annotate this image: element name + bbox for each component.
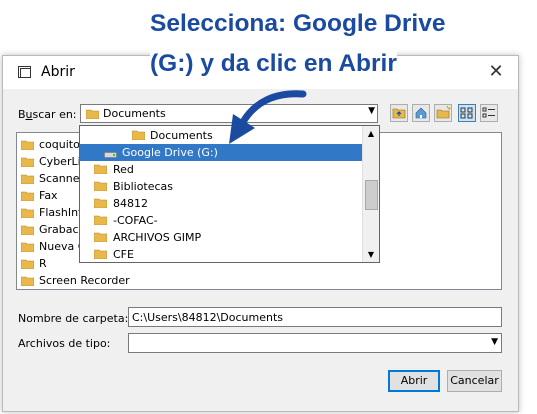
- folder-name-field[interactable]: C:\Users\84812\Documents: [128, 307, 502, 327]
- scroll-thumb[interactable]: [365, 180, 378, 210]
- new-folder-button[interactable]: [434, 104, 452, 122]
- folder-icon: [21, 259, 34, 269]
- folder-icon: [21, 276, 34, 286]
- folder-icon: [21, 225, 34, 235]
- lookin-value: Documents: [103, 107, 166, 120]
- home-icon: [415, 107, 427, 119]
- dropdown-item-bibliotecas[interactable]: Bibliotecas: [80, 178, 362, 195]
- scroll-up-arrow-icon[interactable]: ▲: [363, 126, 379, 141]
- up-one-level-button[interactable]: [390, 104, 408, 122]
- close-button[interactable]: ✕: [486, 62, 506, 82]
- folder-icon: [21, 242, 34, 252]
- folder-icon: [21, 191, 34, 201]
- up-folder-icon: [392, 108, 406, 119]
- annotation-arrow: [229, 90, 307, 144]
- cancel-button[interactable]: Cancelar: [447, 370, 502, 392]
- dialog-window-icon: [18, 66, 31, 78]
- folder-icon: [94, 164, 107, 174]
- dropdown-item-archivos-gimp[interactable]: ARCHIVOS GIMP: [80, 229, 362, 246]
- home-button[interactable]: [412, 104, 430, 122]
- dropdown-item-cofac[interactable]: -COFAC-: [80, 212, 362, 229]
- folder-name-value: C:\Users\84812\Documents: [132, 311, 284, 324]
- folder-icon: [21, 157, 34, 167]
- annotation-line-2: (G:) y da clic en Abrir: [150, 50, 397, 78]
- folder-icon: [21, 208, 34, 218]
- dropdown-scrollbar[interactable]: ▲ ▼: [362, 126, 379, 262]
- dropdown-item-cfe[interactable]: CFE: [80, 246, 362, 263]
- scroll-down-arrow-icon[interactable]: ▼: [363, 247, 379, 262]
- folder-icon: [94, 232, 107, 242]
- annotation-line-1: Selecciona: Google Drive: [150, 10, 446, 38]
- open-button[interactable]: Abrir: [388, 370, 440, 392]
- file-type-label: Archivos de tipo:: [18, 337, 111, 350]
- dropdown-item-84812[interactable]: 84812: [80, 195, 362, 212]
- folder-icon: [94, 198, 107, 208]
- details-view-button[interactable]: [480, 104, 498, 122]
- dropdown-item-red[interactable]: Red: [80, 161, 362, 178]
- chevron-down-icon[interactable]: ▼: [491, 337, 498, 347]
- folder-icon: [94, 215, 107, 225]
- folder-icon: [94, 181, 107, 191]
- details-view-icon: [482, 107, 495, 118]
- file-type-select[interactable]: ▼: [128, 333, 502, 353]
- chevron-down-icon[interactable]: ▼: [368, 106, 375, 116]
- dialog-title: Abrir: [41, 64, 75, 80]
- folder-name-label: Nombre de carpeta:: [18, 312, 129, 325]
- folder-icon: [132, 130, 145, 140]
- list-view-icon: [460, 107, 473, 119]
- folder-icon: [21, 174, 34, 184]
- drive-icon: [104, 152, 117, 158]
- folder-icon: [94, 249, 107, 259]
- lookin-label: Buscar en:: [18, 108, 77, 121]
- new-folder-icon: [436, 105, 451, 119]
- folder-icon: [21, 140, 34, 150]
- folder-icon: [86, 109, 99, 119]
- list-view-button[interactable]: [458, 104, 476, 122]
